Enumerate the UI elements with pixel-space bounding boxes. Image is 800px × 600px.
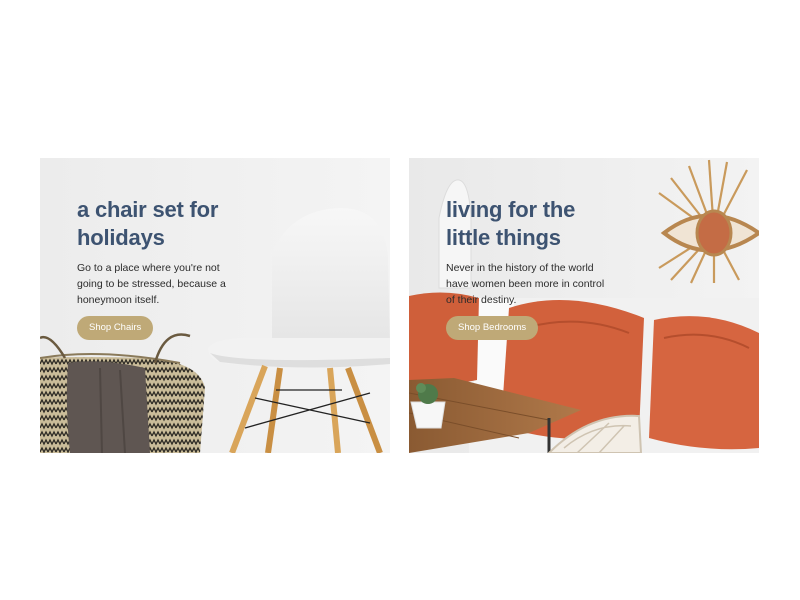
shop-chairs-button[interactable]: Shop Chairs	[77, 316, 154, 340]
promo-content-chairs: a chair set for holidays Go to a place w…	[77, 196, 247, 308]
shop-bedrooms-button[interactable]: Shop Bedrooms	[446, 316, 539, 340]
promo-description: Go to a place where you're not going to …	[77, 262, 226, 306]
promo-title: living for the little things	[446, 197, 576, 250]
promo-content-bedrooms: living for the little things Never in th…	[446, 196, 611, 308]
promo-description: Never in the history of the world have w…	[446, 262, 605, 306]
promo-card-bedrooms: living for the little things Never in th…	[409, 158, 759, 453]
promo-title: a chair set for holidays	[77, 197, 219, 250]
promo-card-chairs: a chair set for holidays Go to a place w…	[40, 158, 390, 453]
promo-page: a chair set for holidays Go to a place w…	[0, 0, 800, 600]
